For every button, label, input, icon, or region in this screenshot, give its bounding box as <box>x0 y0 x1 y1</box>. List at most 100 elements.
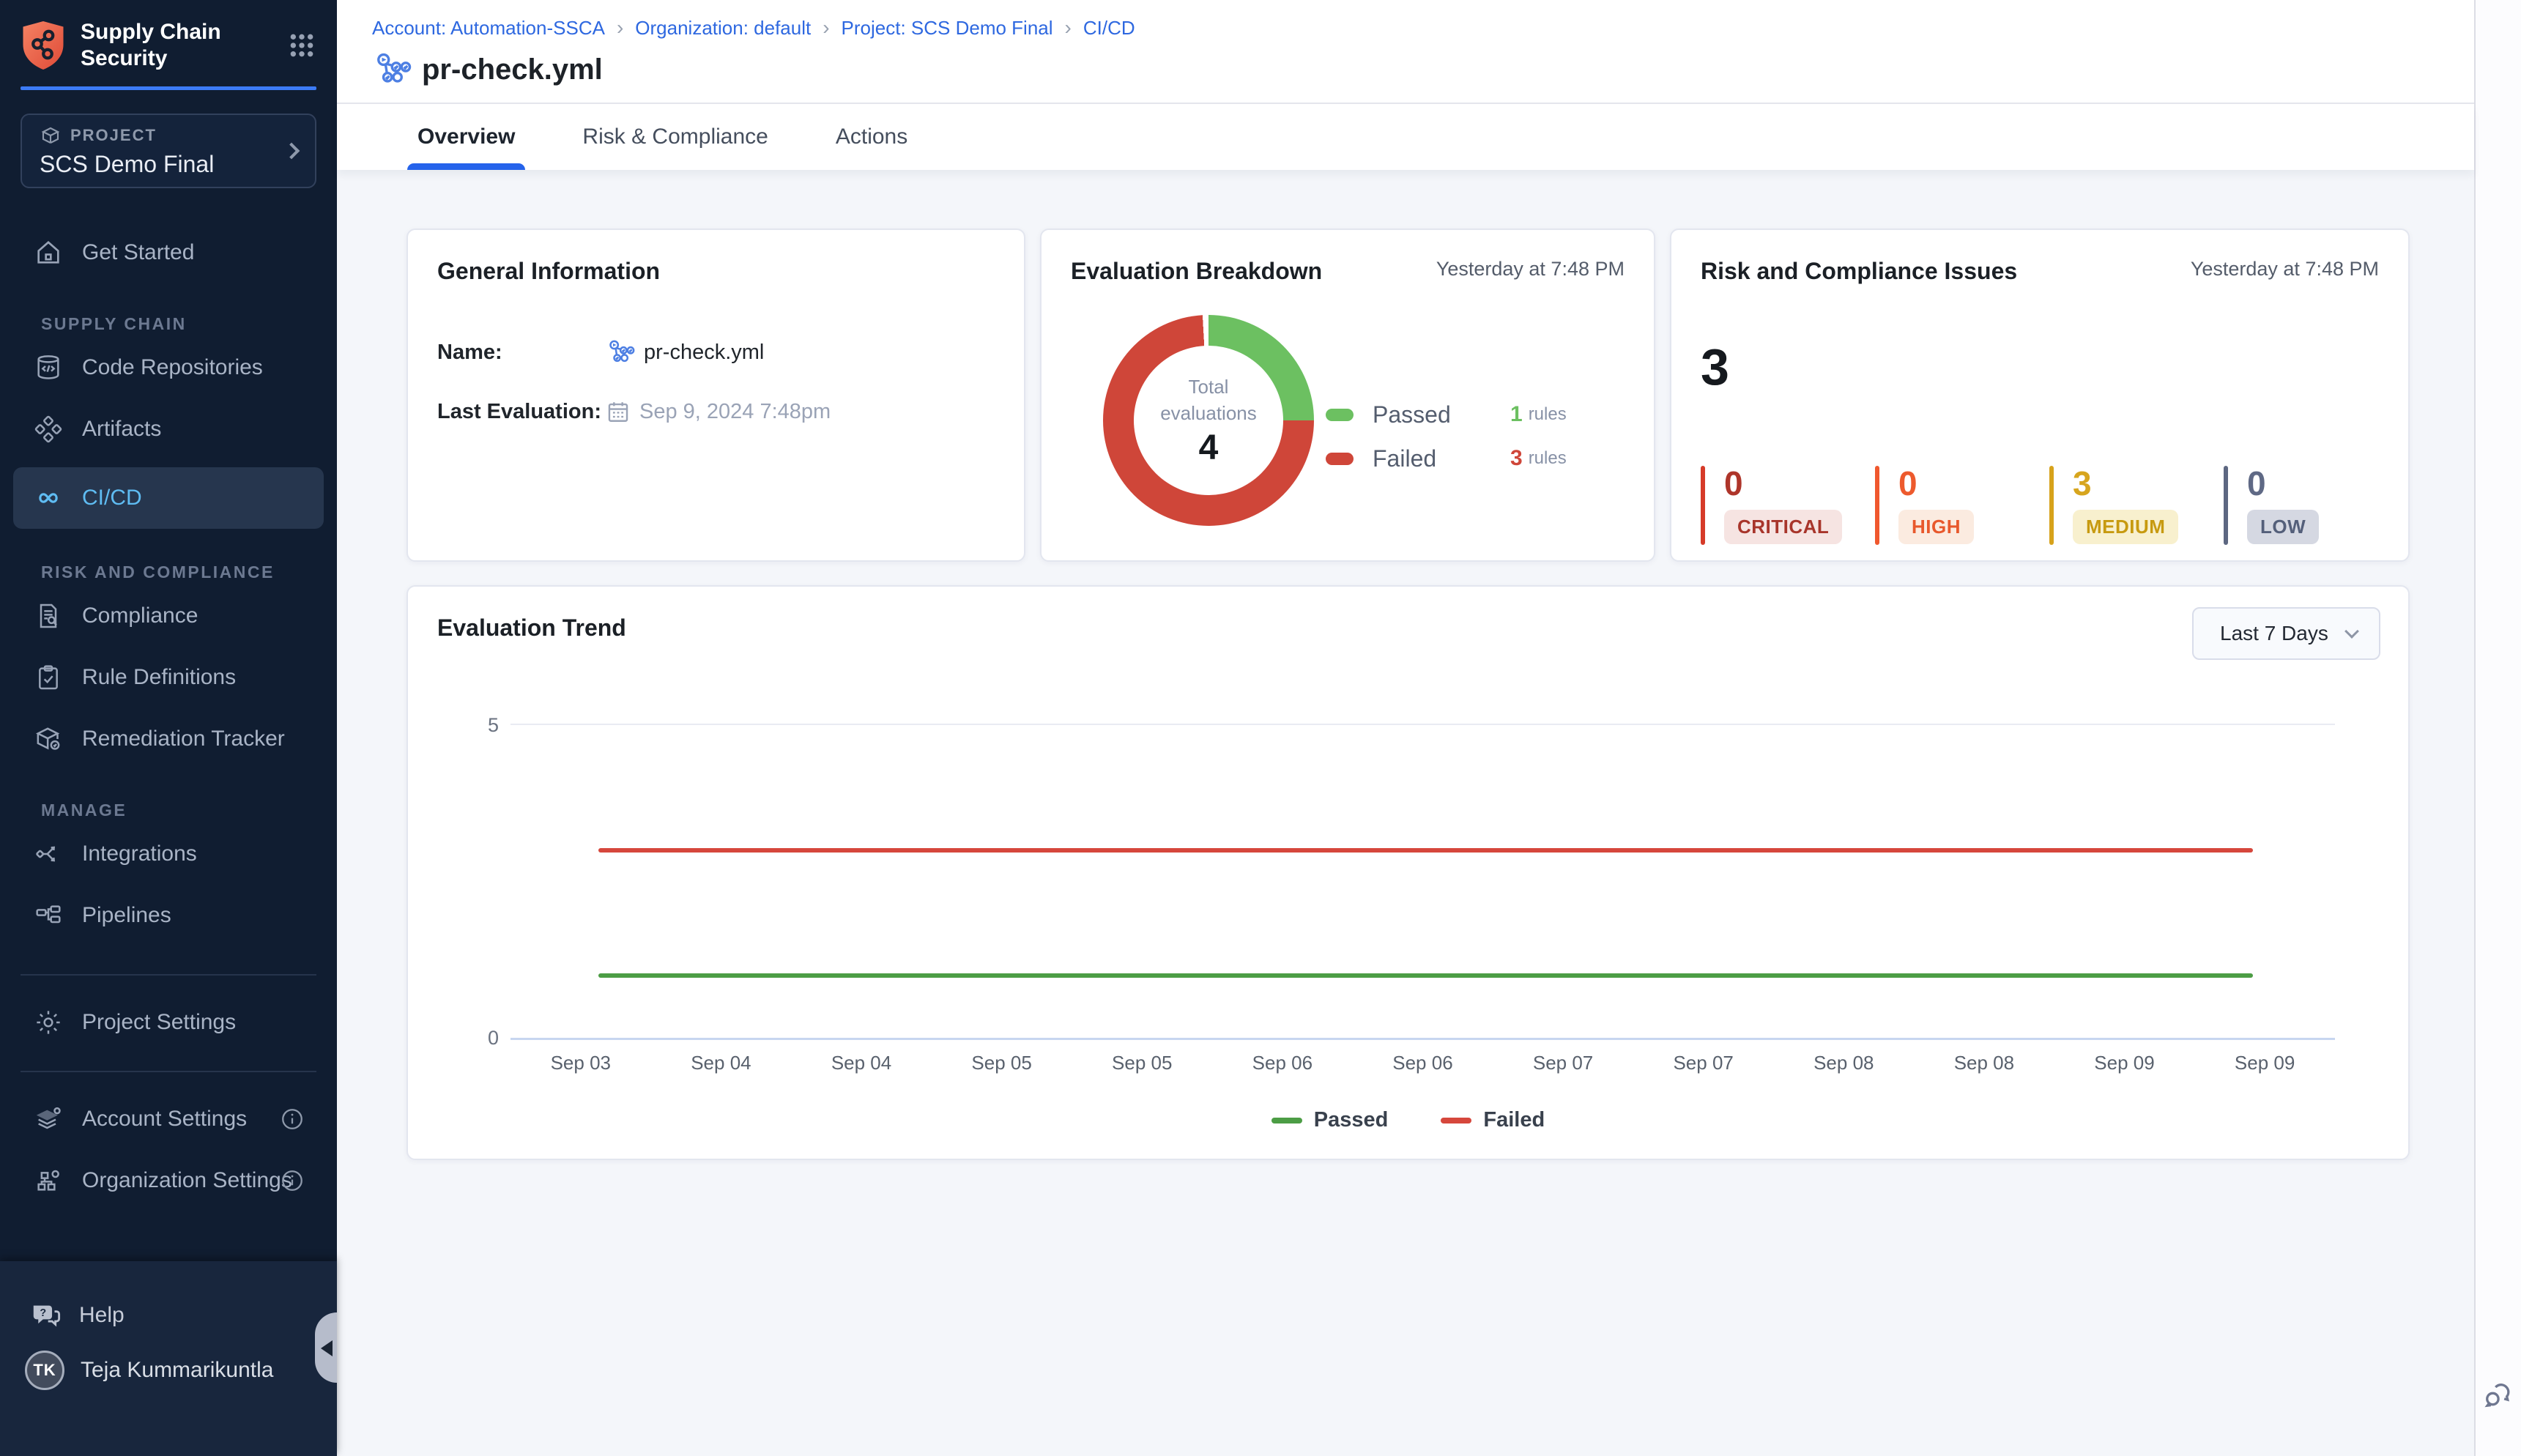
x-tick-label: Sep 06 <box>1212 1052 1353 1074</box>
sidebar-item-account-settings[interactable]: Account Settings <box>0 1091 337 1147</box>
sidebar-accent-divider <box>21 86 316 90</box>
section-header-risk-and-compliance: RISK AND COMPLIANCE <box>0 562 337 582</box>
sidebar-item-integrations[interactable]: Integrations <box>0 826 337 882</box>
passed-swatch <box>1326 409 1354 421</box>
card-title: General Information <box>437 258 995 285</box>
info-icon[interactable] <box>280 1168 305 1193</box>
project-label: PROJECT <box>70 126 157 145</box>
general-information-card: General Information Name: <box>406 229 1025 562</box>
chat-widget-icon[interactable] <box>2481 1380 2514 1412</box>
card-timestamp: Yesterday at 7:48 PM <box>1436 258 1625 281</box>
project-selector[interactable]: PROJECT SCS Demo Final <box>21 114 316 188</box>
trend-line-failed <box>598 848 2253 853</box>
sidebar-item-pipelines[interactable]: Pipelines <box>0 888 337 943</box>
rule-definitions-clipboard-icon <box>34 663 63 692</box>
app-brand: Supply ChainSecurity <box>81 19 287 72</box>
breadcrumb: Account: Automation-SSCA › Organization:… <box>372 16 2474 40</box>
supply-chain-security-logo-icon <box>21 20 66 71</box>
total-issues-count: 3 <box>1701 338 2379 396</box>
trend-plot: 05 <box>510 724 2335 1040</box>
card-timestamp: Yesterday at 7:48 PM <box>2191 258 2379 281</box>
trend-line-passed <box>598 973 2253 978</box>
sidebar-collapse-handle[interactable] <box>315 1312 337 1383</box>
x-tick-label: Sep 07 <box>1493 1052 1633 1074</box>
sidebar-item-organization-settings[interactable]: Organization Settings <box>0 1153 337 1208</box>
severity-badge: LOW <box>2247 510 2319 544</box>
breadcrumb-separator: › <box>617 16 623 40</box>
sidebar-item-rule-definitions[interactable]: Rule Definitions <box>0 650 337 705</box>
cube-icon <box>40 125 62 146</box>
organization-icon <box>34 1166 63 1195</box>
page-title: pr-check.yml <box>422 53 603 86</box>
sidebar-item-artifacts[interactable]: Artifacts <box>0 401 337 457</box>
date-range-select[interactable]: Last 7 Days <box>2192 607 2380 660</box>
sidebar-item-compliance[interactable]: Compliance <box>0 588 337 644</box>
avatar: TK <box>25 1351 64 1390</box>
trend-legend-item-passed: Passed <box>1271 1108 1389 1132</box>
calendar-icon <box>606 399 631 424</box>
info-icon[interactable] <box>280 1107 305 1132</box>
breadcrumb-organization[interactable]: Organization: default <box>635 17 811 40</box>
x-tick-label: Sep 09 <box>2054 1052 2195 1074</box>
user-menu[interactable]: TK Teja Kummarikuntla <box>0 1351 337 1390</box>
x-tick-label: Sep 04 <box>791 1052 932 1074</box>
evaluation-trend-card: Evaluation Trend Last 7 Days 05 Sep 03Se… <box>406 585 2410 1160</box>
sidebar-item-remediation-tracker[interactable]: Remediation Tracker <box>0 711 337 767</box>
breadcrumb-separator: › <box>823 16 829 40</box>
home-icon <box>34 238 63 267</box>
severity-critical: 0 CRITICAL <box>1701 466 1875 545</box>
svg-text:?: ? <box>40 1307 46 1319</box>
project-name: SCS Demo Final <box>40 151 286 178</box>
evaluations-donut-chart: Total evaluations 4 <box>1103 315 1314 526</box>
sidebar-footer: ? Help TK Teja Kummarikuntla <box>0 1261 337 1456</box>
tab-actions[interactable]: Actions <box>825 104 918 170</box>
user-name: Teja Kummarikuntla <box>81 1358 273 1383</box>
pipeline-dag-icon <box>606 338 635 367</box>
breadcrumb-separator: › <box>1065 16 1072 40</box>
name-label: Name: <box>437 341 606 365</box>
remediation-tracker-icon <box>34 724 63 754</box>
breadcrumb-cicd[interactable]: CI/CD <box>1083 17 1135 40</box>
evaluation-breakdown-card: Evaluation Breakdown Yesterday at 7:48 P… <box>1040 229 1655 562</box>
page-header: Account: Automation-SSCA › Organization:… <box>337 0 2474 104</box>
sidebar-item-cicd[interactable]: CI/CD <box>13 467 324 529</box>
tab-risk-compliance[interactable]: Risk & Compliance <box>572 104 778 170</box>
trend-legend-item-failed: Failed <box>1441 1108 1545 1132</box>
trend-legend: Passed Failed <box>437 1108 2379 1132</box>
sidebar-item-code-repositories[interactable]: Code Repositories <box>0 340 337 395</box>
x-tick-label: Sep 05 <box>932 1052 1072 1074</box>
severity-badge: CRITICAL <box>1724 510 1842 544</box>
breadcrumb-account[interactable]: Account: Automation-SSCA <box>372 17 605 40</box>
severity-breakdown: 0 CRITICAL 0 HIGH <box>1701 466 2398 545</box>
failed-swatch <box>1326 453 1354 465</box>
pipelines-icon <box>34 901 63 930</box>
chevron-right-icon <box>283 143 300 160</box>
compliance-document-icon <box>34 601 63 631</box>
severity-low: 0 LOW <box>2224 466 2398 545</box>
app-grid-icon[interactable] <box>287 31 316 60</box>
sidebar-item-get-started[interactable]: Get Started <box>0 225 337 281</box>
pipeline-dag-icon <box>372 50 412 89</box>
sidebar-item-project-settings[interactable]: Project Settings <box>0 995 337 1050</box>
help-button[interactable]: ? Help <box>0 1288 337 1343</box>
risk-compliance-issues-card: Risk and Compliance Issues Yesterday at … <box>1670 229 2410 562</box>
tab-overview[interactable]: Overview <box>407 104 525 170</box>
code-repositories-icon <box>34 353 63 382</box>
breadcrumb-project[interactable]: Project: SCS Demo Final <box>842 17 1053 40</box>
card-title: Evaluation Trend <box>437 614 2379 642</box>
severity-medium: 3 MEDIUM <box>2049 466 2224 545</box>
x-tick-label: Sep 08 <box>1914 1052 2054 1074</box>
severity-badge: MEDIUM <box>2073 510 2178 544</box>
sidebar-divider <box>21 1071 316 1072</box>
x-tick-label: Sep 08 <box>1773 1052 1914 1074</box>
x-tick-label: Sep 05 <box>1072 1052 1212 1074</box>
x-tick-label: Sep 09 <box>2194 1052 2335 1074</box>
account-layers-icon <box>34 1104 63 1134</box>
donut-total-value: 4 <box>1199 428 1219 468</box>
help-chat-icon: ? <box>29 1299 63 1332</box>
right-gutter <box>2474 0 2521 1456</box>
legend-item-passed: Passed 1 rules <box>1326 393 1633 437</box>
gear-icon <box>34 1008 63 1037</box>
tab-bar: Overview Risk & Compliance Actions <box>337 104 2474 170</box>
donut-center-label: Total evaluations <box>1150 374 1267 426</box>
